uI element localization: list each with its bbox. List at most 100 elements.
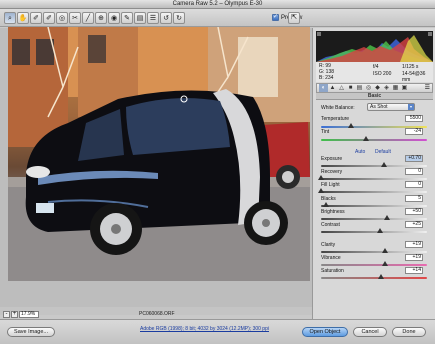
vibrance-slider-thumb[interactable] xyxy=(381,261,388,266)
graduated-filter-icon[interactable]: ▤ xyxy=(134,12,146,24)
exposure-field[interactable]: +0.70 xyxy=(405,155,423,162)
save-image-button[interactable]: Save Image... xyxy=(7,327,55,337)
recovery-slider[interactable] xyxy=(318,175,427,180)
b-value: 234 xyxy=(325,75,334,81)
recovery-field[interactable]: 0 xyxy=(405,168,423,175)
cancel-button[interactable]: Cancel xyxy=(353,327,387,337)
saturation-field[interactable]: +14 xyxy=(405,267,423,274)
focal-length-value: 14-54@36 mm xyxy=(402,71,426,83)
camera-calibration-tab-icon[interactable]: ◆ xyxy=(373,84,382,92)
clarity-field[interactable]: +19 xyxy=(405,241,423,248)
zoom-out-button[interactable]: - xyxy=(3,311,10,318)
fill-light-field[interactable]: 0 xyxy=(405,181,423,188)
preview-checkbox[interactable]: ✓ xyxy=(272,14,279,21)
blacks-slider-thumb[interactable] xyxy=(323,202,330,207)
temperature-field[interactable]: 5500 xyxy=(405,115,423,122)
tint-label: Tint xyxy=(321,129,330,135)
done-button[interactable]: Done xyxy=(392,327,426,337)
photo-preview[interactable] xyxy=(8,27,310,281)
vibrance-label: Vibrance xyxy=(321,255,341,261)
fill-light-slider[interactable] xyxy=(318,188,427,193)
zoom-in-button[interactable]: + xyxy=(11,311,18,318)
clarity-label: Clarity xyxy=(321,242,336,248)
toolbar: ⌕✋✐✐◎✂╱⊕◉✎▤☰↺↻ ✓ Preview ⇱ xyxy=(0,9,435,27)
tint-slider-thumb[interactable] xyxy=(362,136,369,141)
fill-light-slider-thumb[interactable] xyxy=(318,188,324,193)
clarity-slider[interactable] xyxy=(321,248,427,253)
adjustments-panel: R: 99 G: 138 B: 234 f/4 1/125 s ISO 200 … xyxy=(312,28,435,319)
brightness-slider[interactable] xyxy=(321,215,427,220)
spot-removal-tool-icon[interactable]: ⊕ xyxy=(95,12,107,24)
preferences-icon[interactable]: ☰ xyxy=(147,12,159,24)
aperture-value: f/4 xyxy=(373,64,379,70)
highlight-clipping-icon[interactable] xyxy=(428,32,432,36)
zoom-level-select[interactable]: 17.9% xyxy=(19,311,39,318)
chevron-down-icon: ▾ xyxy=(408,104,414,110)
vibrance-field[interactable]: +19 xyxy=(405,254,423,261)
saturation-label: Saturation xyxy=(321,268,344,274)
exposure-slider-thumb[interactable] xyxy=(380,162,387,167)
basic-tab-icon[interactable]: ◐ xyxy=(319,84,328,92)
contrast-slider[interactable] xyxy=(321,228,427,233)
zoom-tool-icon[interactable]: ⌕ xyxy=(4,12,16,24)
white-balance-label: White Balance: xyxy=(321,105,355,111)
workflow-options-link[interactable]: Adobe RGB (1998); 8 bit; 4032 by 3024 (1… xyxy=(140,326,269,332)
effects-tab-icon[interactable]: ▣ xyxy=(400,84,409,92)
contrast-label: Contrast xyxy=(321,222,340,228)
contrast-field[interactable]: +25 xyxy=(405,221,423,228)
clarity-slider-thumb[interactable] xyxy=(381,248,388,253)
default-link[interactable]: Default xyxy=(375,149,391,155)
tone-curve-tab-icon[interactable]: ▲ xyxy=(328,84,337,92)
b-label: B: xyxy=(319,75,324,81)
readout: R: 99 G: 138 B: 234 f/4 1/125 s ISO 200 … xyxy=(316,62,433,83)
tint-field[interactable]: -24 xyxy=(405,128,423,135)
blacks-slider[interactable] xyxy=(321,202,427,207)
brightness-label: Brightness xyxy=(321,209,345,215)
white-balance-select[interactable]: As Shot ▾ xyxy=(367,103,415,111)
tint-slider[interactable] xyxy=(321,136,427,141)
iso-value: ISO 200 xyxy=(373,71,392,77)
adjustment-brush-icon[interactable]: ✎ xyxy=(121,12,133,24)
red-eye-tool-icon[interactable]: ◉ xyxy=(108,12,120,24)
shadow-clipping-icon[interactable] xyxy=(317,32,321,36)
saturation-slider[interactable] xyxy=(321,274,427,279)
shutter-value: 1/125 s xyxy=(402,64,419,70)
panel-tab-strip: ◐ ▲ △ ■ ▤ ◎ ◆ ◈ ▦ ▣ ☰ xyxy=(316,83,433,93)
white-balance-tool-icon[interactable]: ✐ xyxy=(30,12,42,24)
split-toning-tab-icon[interactable]: ▤ xyxy=(355,84,364,92)
temperature-slider-thumb[interactable] xyxy=(347,123,354,128)
hsl-tab-icon[interactable]: ■ xyxy=(346,84,355,92)
rotate-left-icon[interactable]: ↺ xyxy=(160,12,172,24)
brightness-field[interactable]: +50 xyxy=(405,208,423,215)
vibrance-slider[interactable] xyxy=(321,261,427,266)
contrast-slider-thumb[interactable] xyxy=(377,228,384,233)
panel-menu-icon[interactable]: ☰ xyxy=(425,84,430,92)
open-object-button[interactable]: Open Object xyxy=(302,327,348,337)
hand-tool-icon[interactable]: ✋ xyxy=(17,12,29,24)
crop-tool-icon[interactable]: ✂ xyxy=(69,12,81,24)
tool-strip: ⌕ ✋ ✐ ✐ ◎ ✂ ╱ ⊕ ◉ ✎ ▤ ☰ ↺ ↻ xyxy=(4,12,186,24)
zoom-control: - + 17.9% xyxy=(3,311,39,318)
exposure-slider[interactable] xyxy=(321,162,427,167)
auto-link[interactable]: Auto xyxy=(355,149,365,155)
lens-corrections-tab-icon[interactable]: ◎ xyxy=(364,84,373,92)
section-title: Basic xyxy=(316,93,433,100)
detail-tab-icon[interactable]: △ xyxy=(337,84,346,92)
blacks-field[interactable]: 5 xyxy=(405,195,423,202)
color-sampler-tool-icon[interactable]: ✐ xyxy=(43,12,55,24)
targeted-adjustment-tool-icon[interactable]: ◎ xyxy=(56,12,68,24)
histogram xyxy=(316,31,433,62)
saturation-slider-thumb[interactable] xyxy=(378,274,385,279)
rotate-right-icon[interactable]: ↻ xyxy=(173,12,185,24)
exposure-label: Exposure xyxy=(321,156,343,162)
fullscreen-icon[interactable]: ⇱ xyxy=(288,12,300,24)
car-photo-image xyxy=(8,27,310,281)
brightness-slider-thumb[interactable] xyxy=(383,215,390,220)
filename-label: PC060068.ORF xyxy=(139,311,175,317)
temperature-label: Temperature xyxy=(321,116,350,122)
straighten-tool-icon[interactable]: ╱ xyxy=(82,12,94,24)
rgb-readout: R: 99 G: 138 B: 234 xyxy=(319,63,334,81)
presets-tab-icon[interactable]: ◈ xyxy=(382,84,391,92)
snapshots-tab-icon[interactable]: ▦ xyxy=(391,84,400,92)
recovery-slider-thumb[interactable] xyxy=(318,175,324,180)
